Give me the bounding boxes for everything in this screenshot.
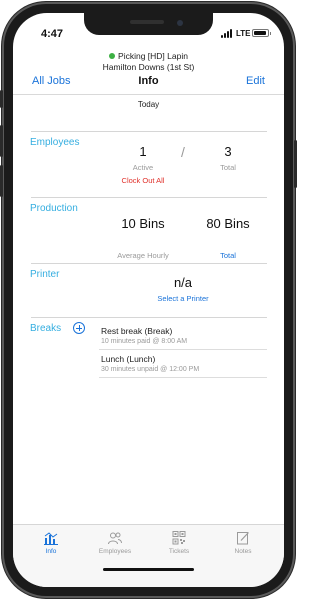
nav-bar: All Jobs Info Edit xyxy=(13,73,284,93)
tab-info[interactable]: Info xyxy=(21,531,81,555)
page-title: Info xyxy=(138,75,159,87)
tab-employees[interactable]: Employees xyxy=(85,531,145,555)
tab-label: Notes xyxy=(234,548,252,555)
divider xyxy=(31,131,267,132)
notes-edit-icon xyxy=(237,532,249,545)
tab-bar: Info Employees Tickets Notes xyxy=(13,524,284,587)
tab-tickets[interactable]: Tickets xyxy=(149,531,209,555)
total-label: Total xyxy=(220,163,236,172)
total-production-value: 80 Bins xyxy=(206,216,250,231)
job-name: Picking [HD] Lapin xyxy=(118,51,188,61)
employees-icon xyxy=(108,532,122,545)
break-title[interactable]: Rest break (Break) xyxy=(101,326,172,336)
qr-code-icon xyxy=(172,531,186,545)
volume-up-button xyxy=(0,125,3,157)
tab-label: Info xyxy=(45,548,57,555)
employees-section-label: Employees xyxy=(30,137,80,148)
active-count: 1 xyxy=(139,144,147,159)
power-button xyxy=(294,140,297,188)
status-time: 4:47 xyxy=(41,28,64,40)
break-title[interactable]: Lunch (Lunch) xyxy=(101,354,155,364)
network-label: LTE xyxy=(236,29,251,38)
info-chart-icon xyxy=(44,532,58,545)
select-printer-button[interactable]: Select a Printer xyxy=(143,294,223,303)
average-hourly-label: Average Hourly xyxy=(117,251,169,260)
clock-out-all-button[interactable]: Clock Out All xyxy=(103,176,183,185)
production-total-tab[interactable]: Total xyxy=(208,251,248,260)
divider xyxy=(31,317,267,318)
date-label: Today xyxy=(137,100,160,109)
printer-value: n/a xyxy=(173,275,193,290)
job-header: Picking [HD] Lapin Hamilton Downs (1st S… xyxy=(13,51,284,73)
total-count: 3 xyxy=(224,144,232,159)
break-detail: 30 minutes unpaid @ 12:00 PM xyxy=(101,366,200,373)
battery-icon xyxy=(252,29,271,37)
job-location: Hamilton Downs (1st St) xyxy=(102,62,195,72)
divider xyxy=(31,263,267,264)
tab-label: Tickets xyxy=(168,548,190,555)
home-indicator[interactable] xyxy=(103,568,194,571)
divider xyxy=(31,197,267,198)
status-dot-icon xyxy=(109,53,116,59)
status-bar: 4:47 LTE xyxy=(13,13,284,53)
break-detail: 10 minutes paid @ 8:00 AM xyxy=(101,338,188,345)
break-divider xyxy=(99,377,267,378)
add-break-icon[interactable] xyxy=(73,322,85,334)
tab-label: Employees xyxy=(98,548,132,555)
active-label: Active xyxy=(132,163,154,172)
hourly-value: 10 Bins xyxy=(121,216,165,231)
count-separator: / xyxy=(181,144,185,160)
screen: 4:47 LTE Picking [HD] Lapin Hamilton Dow… xyxy=(13,13,284,587)
battery-fill xyxy=(254,31,266,35)
side-button xyxy=(0,90,3,108)
tab-notes[interactable]: Notes xyxy=(213,531,273,555)
breaks-section-label: Breaks xyxy=(30,323,62,334)
break-divider xyxy=(99,349,267,350)
edit-button[interactable]: Edit xyxy=(246,75,265,87)
volume-down-button xyxy=(0,165,3,197)
production-section-label: Production xyxy=(30,203,78,214)
nav-divider xyxy=(13,94,284,95)
printer-section-label: Printer xyxy=(30,269,60,280)
